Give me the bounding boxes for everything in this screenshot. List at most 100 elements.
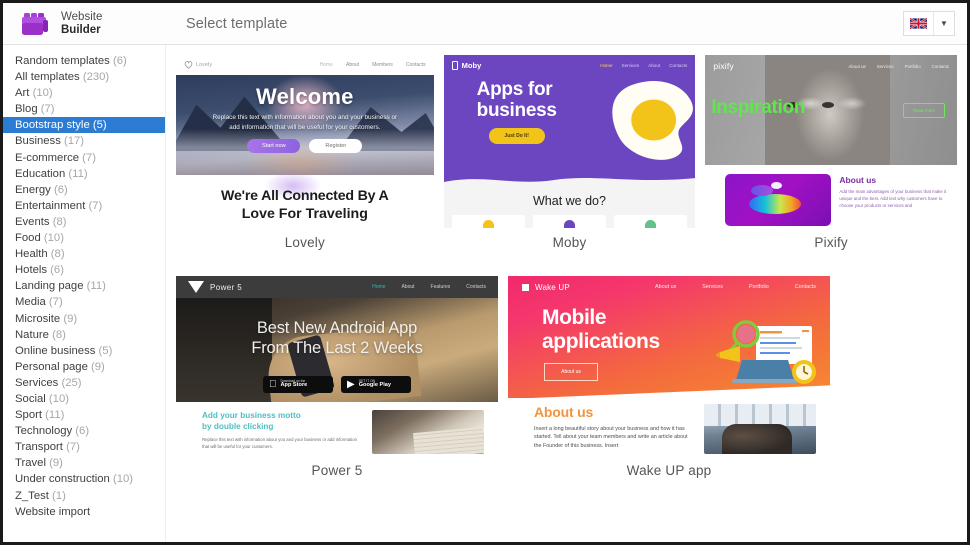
moby-navbar: Moby Home Services About Contacts [444, 55, 696, 75]
chevron-down-icon[interactable]: ▼ [934, 12, 954, 35]
sidebar-item-under-construction[interactable]: Under construction (10) [3, 471, 165, 487]
lovely-logo-text: Lovely [196, 62, 213, 68]
template-preview-lovely[interactable]: Lovely Home About Members Contacts Welco… [176, 55, 434, 228]
power5-motto-text: Replace this text with information about… [202, 437, 358, 449]
sidebar-item-services[interactable]: Services (25) [3, 375, 165, 391]
wakeup-nav-links: About us Services Portfolio Contacts [655, 284, 816, 290]
sidebar-item-landing-page[interactable]: Landing page (11) [3, 278, 165, 294]
nav-link: Portfolio [904, 63, 921, 69]
nav-link: Contacts [794, 284, 816, 290]
sidebar-item-z-test[interactable]: Z_Test (1) [3, 488, 165, 504]
nav-link: About us [848, 63, 866, 69]
pixify-navbar: pixify About us Services Portfolio Conta… [705, 55, 957, 77]
sidebar-item-label: Social [15, 392, 46, 405]
template-card-wakeup[interactable]: Wake UP About us Services Portfolio Cont… [508, 276, 830, 478]
nav-link: Portfolio [748, 284, 769, 290]
pixify-abstract-image [725, 174, 832, 226]
wave-divider [443, 178, 696, 185]
sidebar-item-label: Landing page [15, 280, 84, 293]
sidebar-item-hotels[interactable]: Hotels (6) [3, 262, 165, 278]
sidebar-item-personal-page[interactable]: Personal page (9) [3, 359, 165, 375]
moby-hero-title: Apps for business [444, 75, 696, 121]
sidebar-item-label: Events [15, 215, 50, 228]
sidebar-item-transport[interactable]: Transport (7) [3, 439, 165, 455]
template-card-moby[interactable]: Moby Home Services About Contacts Apps f… [443, 55, 696, 250]
moby-feature-card[interactable] [451, 215, 525, 228]
gradient-blob [771, 182, 783, 189]
sidebar-item-label: Personal page [15, 360, 88, 373]
power5-hero: Best New Android App From The Last 2 Wee… [176, 298, 498, 402]
wakeup-about-button[interactable]: About us [544, 363, 598, 381]
power5-hero-title-line1: Best New Android App [256, 319, 418, 337]
google-play-label: Google Play [358, 382, 392, 389]
website-builder-window: Website Builder Select template ▼ Random… [0, 0, 970, 545]
sidebar-item-label: Food [15, 232, 41, 245]
template-preview-power5[interactable]: Power 5 Home About Features Contacts Bes… [176, 276, 498, 456]
sidebar-item-label: Microsite [15, 312, 61, 325]
sidebar-item-website-import[interactable]: Website import [3, 504, 165, 520]
feature-icon-green [645, 220, 657, 228]
sidebar-item-media[interactable]: Media (7) [3, 294, 165, 310]
lovely-start-now-button[interactable]: Start now [247, 139, 301, 153]
template-preview-moby[interactable]: Moby Home Services About Contacts Apps f… [443, 55, 696, 228]
moby-feature-card[interactable] [614, 215, 688, 228]
sidebar-item-label: Energy [15, 183, 51, 196]
sidebar-item-social[interactable]: Social (10) [3, 391, 165, 407]
app-store-badge[interactable]:  Download on the App Store [263, 376, 333, 393]
pixify-nav-links: About us Services Portfolio Contacts [848, 64, 949, 69]
language-selector[interactable]: ▼ [903, 11, 955, 36]
lovely-navbar: Lovely Home About Members Contacts [176, 55, 434, 75]
sidebar-item-travel[interactable]: Travel (9) [3, 455, 165, 471]
uk-flag-icon[interactable] [904, 12, 934, 35]
moby-section: What we do? [443, 185, 696, 228]
sidebar-item-e-commerce[interactable]: E-commerce (7) [3, 150, 165, 166]
sidebar-item-art[interactable]: Art (10) [3, 85, 165, 101]
sidebar-item-random-templates[interactable]: Random templates (6) [3, 53, 165, 69]
lovely-nav-links: Home About Members Contacts [320, 62, 426, 68]
sidebar-item-technology[interactable]: Technology (6) [3, 423, 165, 439]
sidebar-item-education[interactable]: Education (11) [3, 166, 165, 182]
wakeup-about-section: About us Insert a long beautiful story a… [508, 398, 830, 456]
sidebar-item-sport[interactable]: Sport (11) [3, 407, 165, 423]
sidebar-item-events[interactable]: Events (8) [3, 214, 165, 230]
template-card-pixify[interactable]: pixify About us Services Portfolio Conta… [705, 55, 957, 250]
brand-logo[interactable]: Website Builder [3, 9, 158, 39]
pixify-read-more-button[interactable]: Read more [903, 103, 945, 118]
sidebar-item-label: Health [15, 248, 48, 261]
wakeup-office-photo [704, 404, 816, 454]
square-icon [522, 283, 529, 291]
sidebar-item-microsite[interactable]: Microsite (9) [3, 311, 165, 327]
template-name-wakeup: Wake UP app [626, 463, 712, 478]
template-card-power5[interactable]: Power 5 Home About Features Contacts Bes… [176, 276, 498, 478]
moby-logo-text: Moby [461, 60, 482, 70]
sidebar-item-food[interactable]: Food (10) [3, 230, 165, 246]
nav-link: Members [372, 62, 393, 68]
sidebar-item-business[interactable]: Business (17) [3, 133, 165, 149]
sidebar-item-bootstrap-style[interactable]: Bootstrap style (5) [3, 117, 165, 134]
blocks-logo-icon [19, 9, 53, 39]
lovely-section-title-line2: Love For Traveling [241, 206, 368, 222]
sidebar-item-health[interactable]: Health (8) [3, 246, 165, 262]
sidebar-item-energy[interactable]: Energy (6) [3, 182, 165, 198]
wakeup-navbar: Wake UP About us Services Portfolio Cont… [508, 276, 830, 298]
nav-link: Home [600, 62, 613, 68]
template-name-lovely: Lovely [284, 235, 325, 250]
power5-motto-section: Add your business motto by double clicki… [176, 402, 498, 456]
template-preview-wakeup[interactable]: Wake UP About us Services Portfolio Cont… [508, 276, 830, 456]
power5-nav-links: Home About Features Contacts [372, 284, 486, 290]
google-play-badge[interactable]: ▶ GET IT ON Google Play [341, 376, 411, 393]
sidebar-item-online-business[interactable]: Online business (5) [3, 343, 165, 359]
power5-motto-line2: by double clicking [202, 422, 274, 431]
sidebar-item-nature[interactable]: Nature (8) [3, 327, 165, 343]
moby-cta-button[interactable]: Just Do It! [488, 128, 545, 144]
phone-icon [451, 60, 458, 70]
template-preview-pixify[interactable]: pixify About us Services Portfolio Conta… [705, 55, 957, 228]
sidebar-item-entertainment[interactable]: Entertainment (7) [3, 198, 165, 214]
template-card-lovely[interactable]: Lovely Home About Members Contacts Welco… [176, 55, 434, 250]
sidebar-item-all-templates[interactable]: All templates (230) [3, 69, 165, 85]
category-sidebar: Random templates (6) All templates (230)… [3, 45, 166, 542]
lovely-register-button[interactable]: Register [309, 139, 363, 153]
moby-feature-card[interactable] [532, 215, 607, 228]
sidebar-item-blog[interactable]: Blog (7) [3, 101, 165, 117]
sidebar-item-label: Transport [15, 441, 63, 454]
